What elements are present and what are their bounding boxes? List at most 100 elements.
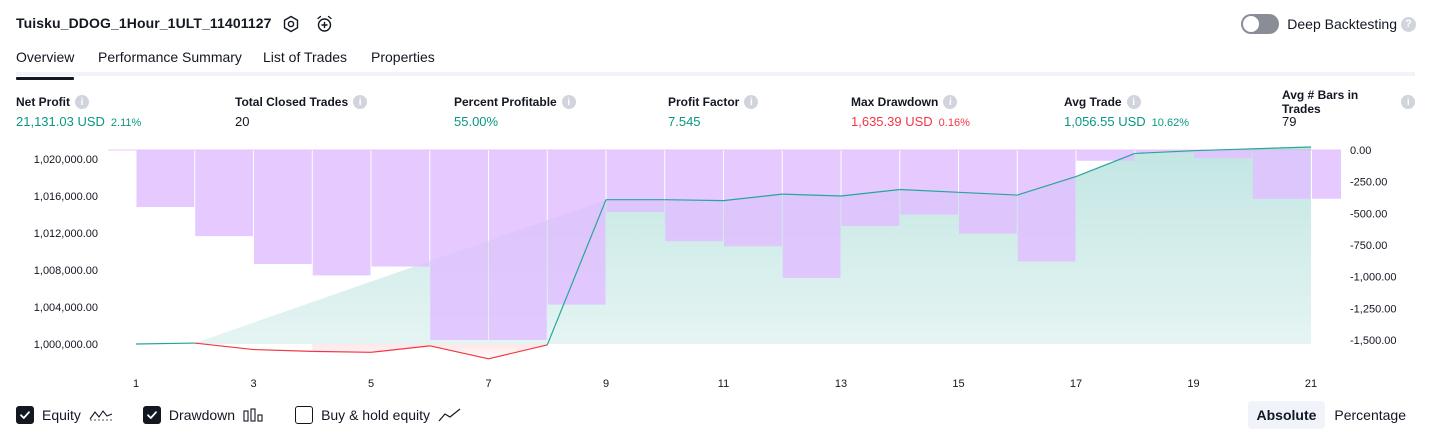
right-axis-tick-label: -1,500.00 xyxy=(1350,335,1396,347)
x-axis-tick-label: 15 xyxy=(952,378,964,390)
drawdown-bar xyxy=(254,150,312,264)
metric-value: 21,131.03 USD xyxy=(16,114,105,129)
toggle-knob xyxy=(1243,16,1260,32)
metric-value: 1,056.55 USD xyxy=(1064,114,1146,129)
left-axis-tick-label: 1,008,000.00 xyxy=(34,265,98,277)
info-icon[interactable]: i xyxy=(561,95,576,109)
percentage-button[interactable]: Percentage xyxy=(1325,401,1415,429)
drawdown-bar xyxy=(1076,150,1135,161)
info-icon[interactable]: i xyxy=(744,95,759,109)
help-icon[interactable]: ? xyxy=(1401,16,1416,32)
x-axis-tick-label: 7 xyxy=(485,378,491,390)
equity-checkbox[interactable] xyxy=(16,406,34,424)
right-axis-tick-label: -1,000.00 xyxy=(1350,272,1396,284)
right-axis-tick-label: 0.00 xyxy=(1350,145,1371,157)
equity-line-icon xyxy=(89,408,113,422)
equity-line-segment xyxy=(253,348,313,352)
x-axis-tick-label: 11 xyxy=(718,378,729,390)
drawdown-bar xyxy=(1194,150,1252,159)
legend-buy-hold-label: Buy & hold equity xyxy=(321,407,431,423)
equity-line-segment xyxy=(194,342,254,351)
left-axis-tick-label: 1,004,000.00 xyxy=(34,302,98,314)
drawdown-bar xyxy=(782,150,841,278)
drawdown-bar xyxy=(1312,150,1341,199)
drawdown-bar xyxy=(665,150,723,242)
metric-label: Percent Profitable xyxy=(454,95,557,109)
deep-backtesting-label: Deep Backtesting xyxy=(1287,16,1397,32)
x-axis-tick-label: 5 xyxy=(368,378,374,390)
left-axis-tick-label: 1,000,000.00 xyxy=(34,339,98,351)
x-axis-tick-label: 17 xyxy=(1070,378,1082,390)
x-axis-tick-label: 9 xyxy=(603,378,609,390)
absolute-button[interactable]: Absolute xyxy=(1247,401,1326,429)
metric-max-drawdown: Max Drawdown i 1,635.39 USD 0.16% xyxy=(851,94,970,130)
deep-backtesting-toggle[interactable] xyxy=(1241,14,1280,34)
legend-equity[interactable]: Equity xyxy=(16,406,113,424)
right-axis-tick-label: -250.00 xyxy=(1350,177,1387,189)
x-axis-tick-label: 1 xyxy=(133,378,139,390)
metric-avg-trade: Avg Trade i 1,056.55 USD 10.62% xyxy=(1064,94,1189,130)
metric-value: 55.00% xyxy=(454,114,499,129)
metric-net-profit: Net Profit i 21,131.03 USD 2.11% xyxy=(16,94,141,130)
tab-performance-summary[interactable]: Performance Summary xyxy=(98,49,242,65)
add-alert-button[interactable] xyxy=(314,13,336,35)
metric-percent-profitable: Percent Profitable i 55.00% xyxy=(454,94,576,130)
x-axis-tick-label: 21 xyxy=(1305,378,1317,390)
strategy-header: Tuisku_DDOG_1Hour_1ULT_11401127 Deep Bac… xyxy=(16,10,1416,38)
metric-label: Profit Factor xyxy=(668,95,740,109)
metric-label: Max Drawdown xyxy=(851,95,939,109)
buy-hold-checkbox[interactable] xyxy=(295,406,314,424)
metric-value: 7.545 xyxy=(668,114,701,129)
drawdown-bar xyxy=(959,150,1017,234)
left-axis-tick-label: 1,020,000.00 xyxy=(34,154,98,166)
metric-value: 1,635.39 USD xyxy=(851,114,933,129)
report-tabs: Overview Performance Summary List of Tra… xyxy=(16,44,1415,80)
drawdown-bar xyxy=(195,150,253,237)
trend-line-icon xyxy=(438,408,462,422)
scale-mode-switch: Absolute Percentage xyxy=(1247,401,1416,429)
checkmark-icon xyxy=(20,411,30,419)
chart-legend: Equity Drawdown Buy & hold equity xyxy=(16,403,492,427)
legend-equity-label: Equity xyxy=(42,407,81,423)
drawdown-bar xyxy=(841,150,900,226)
legend-drawdown-label: Drawdown xyxy=(168,407,236,423)
equity-area xyxy=(136,146,1311,344)
right-axis-tick-label: -1,250.00 xyxy=(1350,303,1396,315)
tab-list-of-trades[interactable]: List of Trades xyxy=(263,49,347,65)
info-icon[interactable]: i xyxy=(75,95,89,109)
drawdown-bar xyxy=(900,150,958,215)
x-axis-tick-label: 13 xyxy=(835,378,847,390)
x-axis-tick-label: 3 xyxy=(250,378,256,390)
equity-drawdown-chart: 1,020,000.00 1,016,000.00 1,012,000.00 1,00… xyxy=(0,140,1431,395)
metric-label: Net Profit xyxy=(16,95,70,109)
drawdown-bar xyxy=(136,150,195,207)
metric-percent: 2.11% xyxy=(110,117,142,129)
drawdown-bar xyxy=(1017,150,1076,262)
right-axis-tick-label: -500.00 xyxy=(1350,208,1387,220)
info-icon[interactable]: i xyxy=(1401,95,1415,109)
left-axis-tick-label: 1,016,000.00 xyxy=(34,191,98,203)
metric-avg-bars-in-trades: Avg # Bars in Trades i 79 xyxy=(1282,88,1415,130)
info-icon[interactable]: i xyxy=(1126,95,1141,109)
drawdown-bars-icon xyxy=(243,408,265,422)
metric-label: Avg Trade xyxy=(1064,95,1122,109)
drawdown-bar xyxy=(430,150,488,340)
drawdown-checkbox[interactable] xyxy=(142,406,161,424)
tab-properties[interactable]: Properties xyxy=(371,49,435,65)
drawdown-bar xyxy=(1252,150,1311,199)
tab-overview[interactable]: Overview xyxy=(16,49,75,80)
right-axis-tick-label: -750.00 xyxy=(1350,240,1387,252)
checkmark-icon xyxy=(147,411,157,419)
info-icon[interactable]: i xyxy=(353,95,368,109)
chart-canvas: 1,020,000.00 1,016,000.00 1,012,000.00 1,00… xyxy=(34,145,1397,390)
metric-value: 20 xyxy=(235,114,250,129)
metric-label: Total Closed Trades xyxy=(235,95,349,109)
left-axis-tick-label: 1,012,000.00 xyxy=(34,228,98,240)
legend-drawdown[interactable]: Drawdown xyxy=(142,406,265,424)
info-icon[interactable]: i xyxy=(943,95,958,109)
legend-buy-hold[interactable]: Buy & hold equity xyxy=(295,406,462,424)
settings-button[interactable] xyxy=(280,13,302,35)
drawdown-bar xyxy=(371,150,430,267)
metric-total-closed-trades: Total Closed Trades i 20 xyxy=(235,94,368,130)
metric-profit-factor: Profit Factor i 7.545 xyxy=(668,94,759,130)
